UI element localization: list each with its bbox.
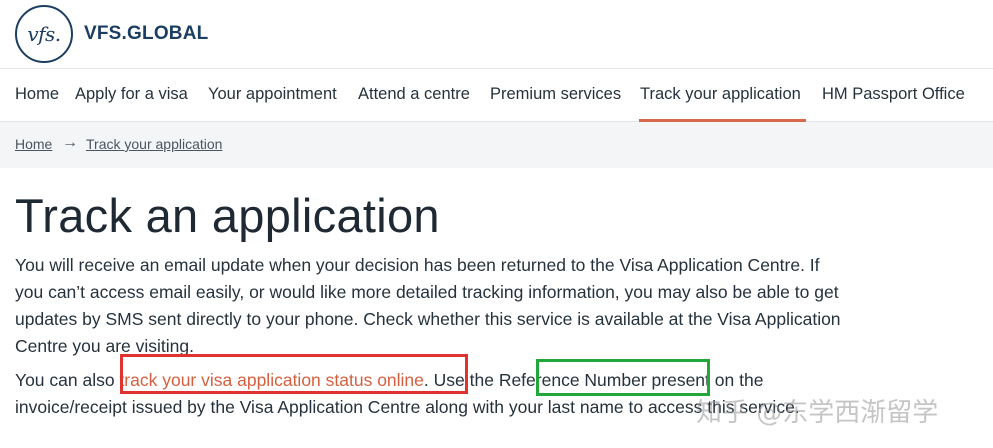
paragraph-text: present on the [646,370,764,390]
nav-item-track-your-application[interactable]: Track your application [640,85,801,104]
reference-number-text: Reference Number [498,370,647,390]
logo-wordmark[interactable]: VFS.GLOBAL [84,23,208,45]
breadcrumb-current-link[interactable]: Track your application [86,136,222,152]
paragraph-line: Centre you are visiting. [15,336,194,356]
page-title: Track an application [15,189,440,242]
nav-item-premium-services[interactable]: Premium services [490,85,621,104]
paragraph-line: You can also track your visa application… [15,367,935,394]
paragraph-text: You can also [15,370,120,390]
paragraph-line: updates by SMS sent directly to your pho… [15,309,841,329]
logo-mark: vfs. [27,22,61,46]
nav-item-your-appointment[interactable]: Your appointment [208,85,337,104]
paragraph-line: You will receive an email update when yo… [15,255,820,275]
nav-item-attend-a-centre[interactable]: Attend a centre [358,85,470,104]
main-navigation: Home Apply for a visa Your appointment A… [0,68,993,122]
intro-paragraph: You will receive an email update when yo… [15,252,935,360]
nav-item-hm-passport-office[interactable]: HM Passport Office [822,85,965,104]
track-status-online-link[interactable]: track your visa application status onlin… [119,370,423,390]
nav-item-apply-for-a-visa[interactable]: Apply for a visa [75,85,188,104]
nav-item-home[interactable]: Home [15,85,59,104]
vfs-logo[interactable]: vfs. [15,5,73,63]
watermark: 知乎 @东学西渐留学 [696,398,939,428]
arrow-right-icon: → [62,134,78,151]
breadcrumb: Home → Track your application [0,122,993,168]
breadcrumb-home-link[interactable]: Home [15,136,52,152]
paragraph-line: you can’t access email easily, or would … [15,282,839,302]
paragraph-text: . Use the [423,370,499,390]
site-header: vfs. VFS.GLOBAL [0,0,993,68]
